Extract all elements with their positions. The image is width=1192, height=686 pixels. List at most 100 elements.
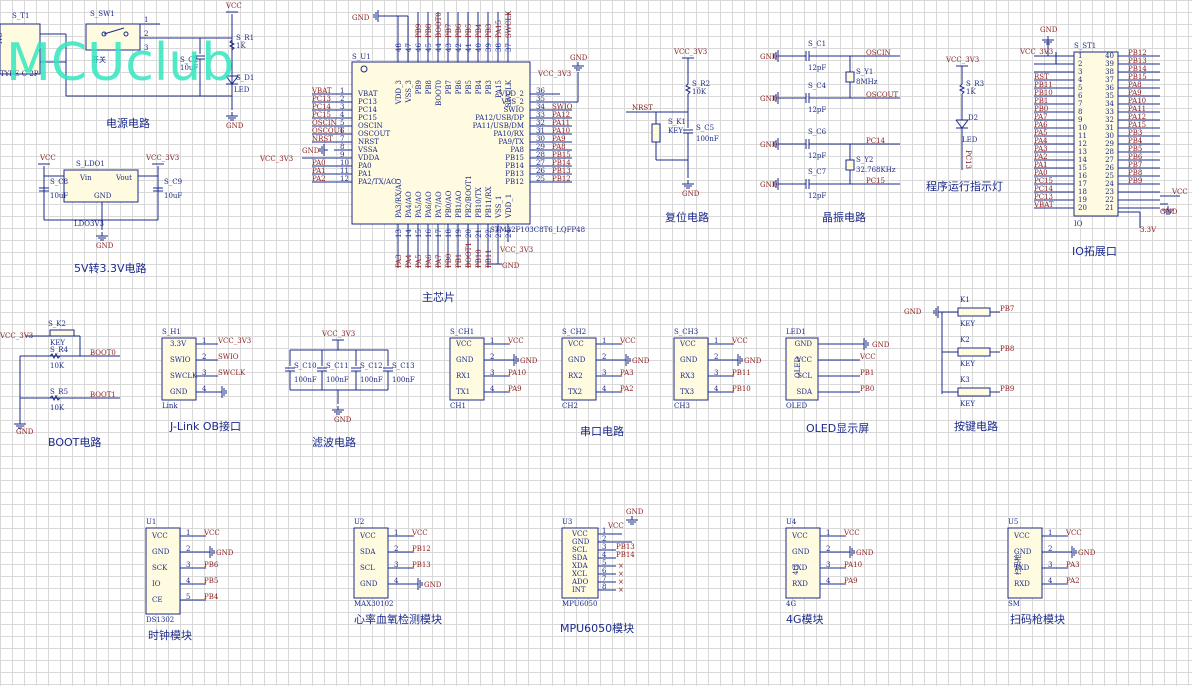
net-label: PA10: [1128, 97, 1146, 105]
net-label: PA6: [1034, 121, 1048, 129]
mcu-pin-num: 4: [340, 111, 345, 119]
net-label: PA10: [844, 561, 862, 569]
mcu-pin-num: 16: [425, 229, 433, 238]
mcu-pin-num: 1: [340, 87, 344, 95]
pin-num: 3: [714, 369, 718, 377]
pin-name: SWCLK: [170, 372, 198, 380]
mcu-pin-name: PB4: [475, 79, 483, 94]
pin-num: 1: [714, 337, 718, 345]
net-label: 3.3V: [1140, 226, 1157, 234]
key-body: [651, 123, 661, 143]
mcu-pin-num: 25: [536, 175, 545, 183]
title-io: IO拓展口: [1072, 244, 1117, 258]
net-label: PB10: [1034, 89, 1053, 97]
part-ref: S_T1: [12, 12, 29, 20]
mcu-pin-num: 24: [505, 229, 513, 238]
net-label: PB15: [1128, 73, 1147, 81]
net-label: GND: [760, 181, 778, 189]
resistor-zigzag: [958, 83, 966, 95]
pin-name: VCC: [795, 356, 812, 364]
ground-symbol: [933, 306, 942, 318]
ground-symbol: [414, 578, 423, 590]
pin-name: VCC: [359, 532, 376, 540]
net-label: VCC_3V3: [945, 56, 979, 64]
net-label: VCC_3V3: [217, 337, 251, 345]
ground-symbol: [1068, 546, 1077, 558]
net-label: VCC_3V3: [321, 330, 355, 338]
net-label: PB12: [552, 175, 571, 183]
mcu-pin-num: 37: [505, 43, 513, 52]
mcu-pin-num: 47: [405, 43, 413, 52]
net-label: GND: [352, 14, 370, 22]
net-label: BOOT0: [90, 349, 116, 357]
net-label: VCC: [619, 337, 636, 345]
pin-num: 3: [1048, 561, 1052, 569]
title-keys: 按键电路: [954, 419, 998, 433]
mcu-pin-num: 29: [536, 143, 545, 151]
pin-num: 6: [602, 567, 607, 575]
part-ref: S_C10: [294, 362, 317, 370]
part-ref: S_K1: [668, 118, 686, 126]
module-U4: U44G4GVCC 1 VCCGND 2 GNDTXD 3 PA10RXD 4 PA9: [785, 518, 874, 608]
key-body: [49, 329, 75, 337]
net-label: PA2: [1066, 577, 1080, 585]
title-run-led: 程序运行指示灯: [926, 179, 1003, 193]
part-val: 10uF: [164, 192, 182, 200]
net-label: PA2: [1034, 153, 1048, 161]
part-ref: S_K2: [48, 320, 66, 328]
pin-name: INT: [572, 586, 586, 594]
filter-circuit: VCC_3V3 GND S_C10 100nF S_C11 100nF S_C12 100nF…: [285, 330, 415, 424]
watermark-logo: MCUclub: [6, 33, 234, 93]
net-label: PB0: [1034, 105, 1048, 113]
pin-name: XDA: [572, 562, 589, 570]
net-label: PB14: [616, 551, 635, 559]
net-label: PB8: [425, 24, 433, 38]
pin-name: GND: [568, 356, 586, 364]
pin-name: GND: [1014, 548, 1032, 556]
net-label: PA3: [1066, 561, 1080, 569]
net-label: VCC: [1065, 529, 1082, 537]
title-crystal: 晶振电路: [822, 210, 866, 224]
part-val: 100nF: [392, 376, 415, 384]
module-U1: U1 DS1302 VCC 1 VCC GND 2 GND SCK 3 PB6 IO 4 PB5 CE 5 PB…: [145, 518, 234, 624]
pin-num: 27: [1105, 156, 1114, 164]
mcu-pin-num: 3: [340, 103, 344, 111]
mcu-pin-num: 12: [340, 175, 349, 183]
part-val: LED: [234, 86, 250, 94]
no-connect-mark: ×: [618, 578, 624, 586]
net-label: PB13: [1128, 57, 1147, 65]
net-label: VCC_3V3: [145, 154, 179, 162]
part-ref: S_LDO1: [76, 160, 105, 168]
net-label: PB6: [455, 23, 463, 38]
net-label: GND: [16, 428, 34, 436]
mcu-pin-num: 31: [536, 127, 545, 135]
pin-num: 2: [826, 545, 830, 553]
pin-name: GND: [360, 580, 378, 588]
mcu-pin-name: PA1: [358, 170, 372, 178]
pin-num: 16: [1078, 172, 1087, 180]
pin-num: 4: [714, 385, 719, 393]
mcu-pin-name: VSS_3: [405, 80, 413, 103]
mcu-pin-num: 46: [415, 43, 423, 52]
pin-name: VCC: [151, 532, 168, 540]
led-triangle: [955, 119, 969, 129]
pin-name: TX3: [680, 388, 694, 396]
net-label: PA11: [552, 119, 570, 127]
part-val: 10K: [50, 362, 65, 370]
net-label: PC14: [1034, 185, 1054, 193]
net-label: OSCIN: [866, 49, 891, 57]
mcu-pin-num: 18: [445, 229, 453, 238]
pin-num: 5: [602, 559, 606, 567]
uart-module: S_CH3 CH3 VCC 1 VCC GND 2 GND RX3 3 PB11 TX3 4 PB10: [673, 328, 762, 410]
net-label: PB4: [1128, 137, 1143, 145]
part-ref: S_R1: [236, 34, 254, 42]
title-power: 电源电路: [106, 116, 150, 130]
part-val: 10K: [692, 88, 707, 96]
net-label: PA3: [620, 369, 634, 377]
mcu-pin-num: 26: [536, 167, 545, 175]
part-name: MPU6050: [562, 600, 597, 608]
pin-num: 4: [490, 385, 495, 393]
mcu-pin-name: PB6: [455, 79, 463, 94]
part-val: 10K: [50, 404, 65, 412]
net-label: SWCLK: [505, 10, 513, 38]
